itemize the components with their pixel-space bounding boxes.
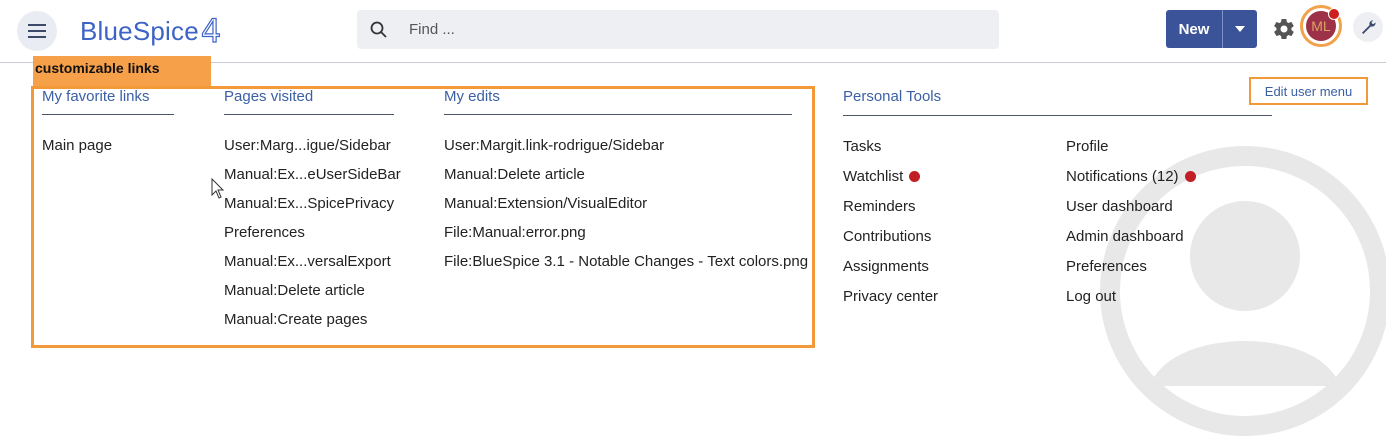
visited-item[interactable]: User:Marg...igue/Sidebar xyxy=(224,137,391,154)
top-bar: BlueSpice 4 New ML xyxy=(0,0,1386,63)
avatar: ML xyxy=(1306,8,1340,41)
my-edits-column: My edits xyxy=(444,88,792,115)
edit-item[interactable]: File:Manual:error.png xyxy=(444,224,586,241)
personal-tool-item[interactable]: Tasks xyxy=(843,138,881,155)
visited-item[interactable]: Preferences xyxy=(224,224,305,241)
menu-button[interactable] xyxy=(17,11,57,51)
avatar-initials: ML xyxy=(1311,18,1331,34)
wrench-icon xyxy=(1362,20,1376,34)
personal-tool-item[interactable]: Privacy center xyxy=(843,288,938,305)
edit-item[interactable]: Manual:Extension/VisualEditor xyxy=(444,195,647,212)
gear-icon[interactable] xyxy=(1272,17,1296,41)
edit-item[interactable]: Manual:Delete article xyxy=(444,166,585,183)
new-dropdown-toggle[interactable] xyxy=(1223,10,1257,48)
visited-item[interactable]: Manual:Ex...SpicePrivacy xyxy=(224,195,394,212)
visited-item[interactable]: Manual:Ex...eUserSideBar xyxy=(224,166,401,183)
logo[interactable]: BlueSpice 4 xyxy=(80,11,222,50)
edit-user-menu-link[interactable]: Edit user menu xyxy=(1249,77,1368,105)
customizable-links-label: customizable links xyxy=(33,56,211,86)
personal-tool-item[interactable]: Log out xyxy=(1066,288,1116,305)
favorite-links-column: My favorite links xyxy=(42,88,174,115)
edit-item[interactable]: User:Margit.link-rodrigue/Sidebar xyxy=(444,137,664,154)
customizable-links-highlight xyxy=(31,86,815,348)
personal-tool-item[interactable]: Admin dashboard xyxy=(1066,228,1184,245)
pages-visited-heading: Pages visited xyxy=(224,88,394,115)
user-placeholder-icon xyxy=(1100,146,1386,436)
notifications-label: Notifications (12) xyxy=(1066,168,1179,185)
personal-tool-item[interactable]: Preferences xyxy=(1066,258,1147,275)
personal-tool-item-watchlist[interactable]: Watchlist xyxy=(843,168,921,185)
new-button[interactable]: New xyxy=(1166,10,1257,48)
visited-item[interactable]: Manual:Delete article xyxy=(224,282,365,299)
personal-tools-heading: Personal Tools xyxy=(843,88,1272,116)
search-bar[interactable] xyxy=(357,10,999,49)
mouse-cursor-icon xyxy=(211,178,225,199)
search-input[interactable] xyxy=(407,20,971,39)
menu-icon xyxy=(28,24,46,38)
logo-number: 4 xyxy=(200,11,222,50)
personal-tool-item-notifications[interactable]: Notifications (12) xyxy=(1066,168,1196,185)
edit-item[interactable]: File:BlueSpice 3.1 - Notable Changes - T… xyxy=(444,253,808,270)
chevron-down-icon xyxy=(1235,26,1245,32)
personal-tool-item[interactable]: User dashboard xyxy=(1066,198,1173,215)
personal-tool-item[interactable]: Assignments xyxy=(843,258,929,275)
search-icon[interactable] xyxy=(369,21,387,39)
alert-dot-icon xyxy=(1184,171,1196,182)
logo-text: BlueSpice xyxy=(80,15,199,46)
personal-tool-item[interactable]: Reminders xyxy=(843,198,916,215)
favorite-links-heading: My favorite links xyxy=(42,88,174,115)
notification-dot xyxy=(1328,8,1340,20)
user-avatar-button[interactable]: ML xyxy=(1300,5,1342,47)
pages-visited-column: Pages visited xyxy=(224,88,394,115)
alert-dot-icon xyxy=(909,171,921,182)
tools-button[interactable] xyxy=(1353,12,1383,42)
watchlist-label: Watchlist xyxy=(843,168,904,185)
personal-tool-item[interactable]: Contributions xyxy=(843,228,931,245)
new-button-label[interactable]: New xyxy=(1166,10,1223,48)
visited-item[interactable]: Manual:Create pages xyxy=(224,311,367,328)
favorite-link-item[interactable]: Main page xyxy=(42,137,112,154)
personal-tool-item[interactable]: Profile xyxy=(1066,138,1109,155)
my-edits-heading: My edits xyxy=(444,88,792,115)
visited-item[interactable]: Manual:Ex...versalExport xyxy=(224,253,391,270)
